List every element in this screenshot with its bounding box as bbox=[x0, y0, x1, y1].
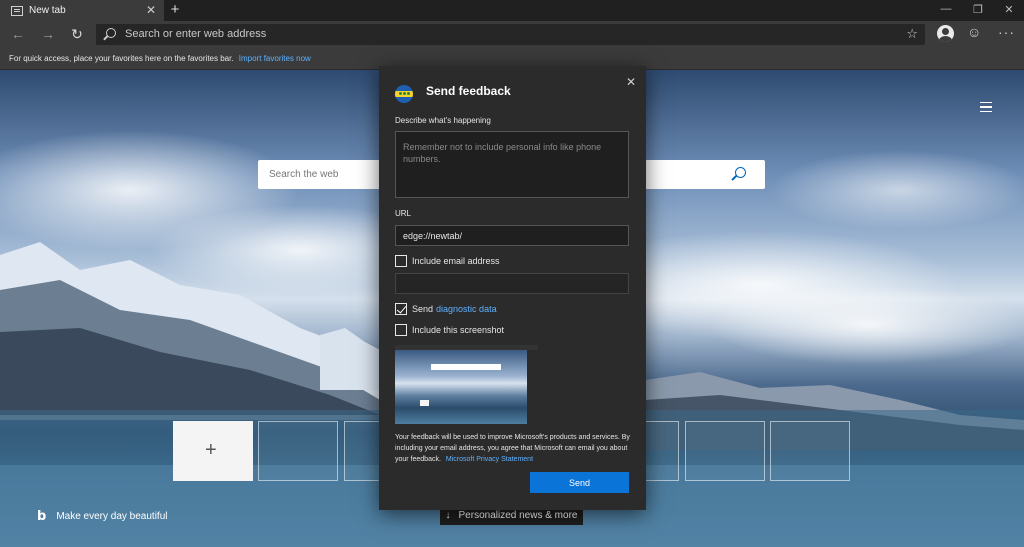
site-tile[interactable] bbox=[685, 421, 765, 481]
include-screenshot-row[interactable]: Include this screenshot bbox=[395, 324, 504, 336]
send-feedback-dialog: ✕ Send feedback Describe what's happenin… bbox=[379, 66, 646, 510]
privacy-disclaimer: Your feedback will be used to improve Mi… bbox=[395, 432, 631, 465]
address-input[interactable]: Search or enter web address bbox=[125, 28, 266, 40]
describe-label: Describe what's happening bbox=[395, 116, 491, 125]
bing-logo-icon: b bbox=[37, 509, 47, 524]
tab-title: New tab bbox=[29, 5, 66, 16]
refresh-icon[interactable]: ↻ bbox=[68, 25, 86, 43]
search-submit-icon[interactable] bbox=[735, 167, 746, 178]
profile-avatar-icon[interactable] bbox=[937, 25, 954, 42]
star-icon[interactable]: ☆ bbox=[906, 26, 918, 42]
favorites-bar-text: For quick access, place your favorites h… bbox=[9, 54, 234, 63]
dialog-close-icon[interactable]: ✕ bbox=[626, 75, 636, 89]
send-diagnostic-checkbox[interactable] bbox=[395, 303, 407, 315]
window-close-icon[interactable]: ✕ bbox=[1002, 3, 1016, 16]
send-diagnostic-label: Send bbox=[412, 304, 434, 314]
tab-strip: New tab ✕ + — ❐ ✕ bbox=[0, 0, 1024, 21]
new-tab-button[interactable]: + bbox=[168, 1, 182, 19]
screenshot-preview bbox=[395, 345, 538, 424]
send-diagnostic-row[interactable]: Send diagnostic data bbox=[395, 303, 497, 315]
minimize-icon[interactable]: — bbox=[939, 3, 953, 15]
address-bar[interactable]: Search or enter web address ☆ bbox=[96, 24, 925, 45]
news-button-label: Personalized news & more bbox=[458, 509, 578, 521]
tab-close-icon[interactable]: ✕ bbox=[146, 3, 156, 17]
email-field[interactable] bbox=[395, 273, 629, 294]
import-favorites-link[interactable]: Import favorites now bbox=[239, 54, 311, 63]
send-button[interactable]: Send bbox=[530, 472, 629, 493]
url-field[interactable]: edge://newtab/ bbox=[395, 225, 629, 246]
restore-icon[interactable]: ❐ bbox=[971, 3, 985, 16]
plus-icon: + bbox=[205, 439, 217, 461]
add-site-tile[interactable]: + bbox=[173, 421, 253, 481]
forward-icon[interactable]: → bbox=[39, 25, 57, 43]
hamburger-menu-icon[interactable] bbox=[980, 102, 992, 112]
include-email-checkbox[interactable] bbox=[395, 255, 407, 267]
bing-branding: b Make every day beautiful bbox=[37, 509, 167, 524]
describe-textarea[interactable]: Remember not to include personal info li… bbox=[395, 131, 629, 198]
web-search-input[interactable]: Search the web bbox=[269, 169, 339, 180]
site-tile[interactable] bbox=[770, 421, 850, 481]
dialog-title: Send feedback bbox=[426, 84, 511, 98]
back-icon[interactable]: ← bbox=[9, 25, 27, 43]
url-label: URL bbox=[395, 209, 412, 218]
feedback-logo-icon bbox=[395, 85, 413, 103]
page-icon bbox=[11, 5, 23, 16]
site-tile[interactable] bbox=[258, 421, 338, 481]
include-email-row[interactable]: Include email address bbox=[395, 255, 500, 267]
diagnostic-data-link[interactable]: diagnostic data bbox=[436, 304, 497, 314]
include-email-label: Include email address bbox=[412, 256, 500, 266]
include-screenshot-checkbox[interactable] bbox=[395, 324, 407, 336]
arrow-down-icon: ↓ bbox=[445, 509, 451, 521]
privacy-statement-link[interactable]: Microsoft Privacy Statement bbox=[446, 456, 533, 463]
browser-toolbar: ← → ↻ Search or enter web address ☆ ☺ ··… bbox=[0, 21, 1024, 48]
more-icon[interactable]: ··· bbox=[998, 24, 1015, 40]
brand-tagline: Make every day beautiful bbox=[56, 511, 168, 522]
feedback-smiley-icon[interactable]: ☺ bbox=[967, 24, 981, 40]
include-screenshot-label: Include this screenshot bbox=[412, 325, 505, 335]
tab-new-tab[interactable]: New tab ✕ bbox=[0, 0, 164, 21]
search-icon bbox=[106, 28, 116, 38]
